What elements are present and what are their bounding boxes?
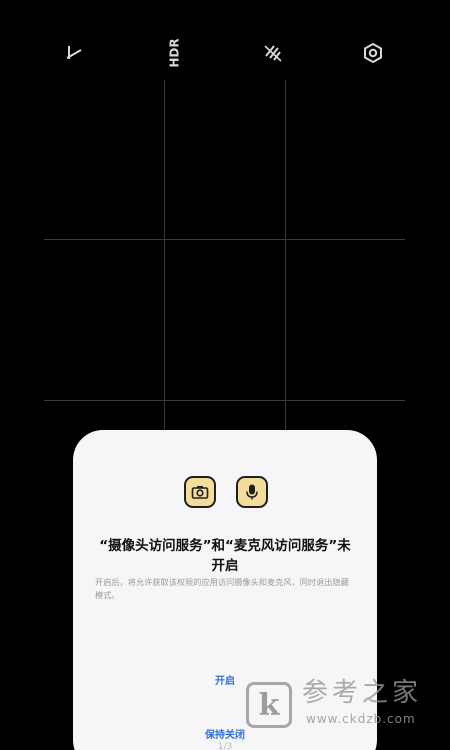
camera-toolbar: HDR: [0, 30, 450, 76]
watermark-title: 参考之家: [302, 678, 423, 708]
hdr-button[interactable]: HDR: [152, 30, 198, 76]
camera-icon: [184, 476, 216, 508]
microphone-icon: [236, 476, 268, 508]
grid-line-h2: [44, 400, 405, 401]
ai-off-icon: [262, 42, 284, 64]
hdr-label: HDR: [168, 38, 182, 68]
camera-screen: HDR “摄像头访问服务”和“麦克风访问服务”未开启 开启后，将允许获取该权限的…: [0, 0, 450, 750]
grid-line-v1: [164, 80, 165, 430]
grid-line-h1: [44, 239, 405, 240]
settings-icon: [362, 42, 384, 64]
dialog-title: “摄像头访问服务”和“麦克风访问服务”未开启: [99, 538, 351, 574]
watermark: k 参考之家 www.ckdzb.com: [246, 678, 446, 734]
settings-button[interactable]: [350, 30, 396, 76]
watermark-logo: k: [246, 682, 292, 728]
flash-off-icon: [64, 42, 86, 64]
grid-line-v2: [285, 80, 286, 430]
permission-icons: [73, 476, 377, 514]
dialog-description: 开启后，将允许获取该权限的应用访问摄像头和麦克风，同时退出隐藏模式。: [95, 577, 349, 600]
ai-button[interactable]: [250, 30, 296, 76]
flash-button[interactable]: [52, 30, 98, 76]
page-indicator: 1/3: [217, 742, 233, 750]
watermark-url: www.ckdzb.com: [306, 712, 416, 726]
